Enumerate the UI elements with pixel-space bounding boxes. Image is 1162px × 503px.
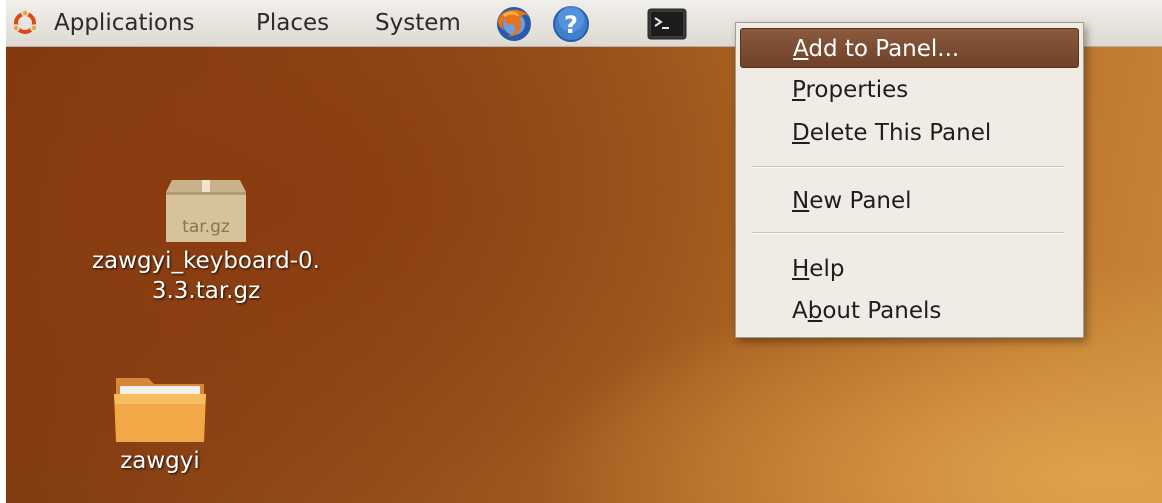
menu-item-properties[interactable]: Properties [740, 70, 1079, 110]
menu-item-label: dd to Panel... [808, 36, 960, 62]
mnemonic-p: P [792, 77, 806, 103]
mnemonic-b: b [807, 298, 823, 324]
menu-item-help[interactable]: Help [740, 249, 1079, 289]
mnemonic-d: D [792, 120, 810, 146]
menu-item-delete-this-panel[interactable]: Delete This Panel [740, 113, 1079, 153]
places-menu[interactable]: Places [256, 2, 329, 44]
menu-item-label: roperties [805, 77, 909, 103]
panel-context-menu: Add to Panel... Properties Delete This P… [735, 22, 1084, 338]
menu-item-label: elp [809, 256, 845, 282]
menu-item-add-to-panel[interactable]: Add to Panel... [740, 28, 1079, 68]
desktop-icon-folder[interactable]: zawgyi [60, 370, 260, 476]
terminal-icon[interactable] [647, 8, 687, 40]
folder-label: zawgyi [120, 448, 200, 474]
menu-item-label: out Panels [822, 298, 942, 324]
archive-label-line2: 3.3.tar.gz [151, 278, 261, 304]
ubuntu-logo-icon[interactable] [12, 10, 38, 36]
menu-item-about-panels[interactable]: About Panels [740, 291, 1079, 331]
system-menu[interactable]: System [375, 2, 461, 44]
applications-menu[interactable]: Applications [54, 2, 195, 44]
mnemonic-n: N [792, 188, 810, 214]
mnemonic-a: A [793, 36, 809, 62]
mnemonic-h: H [792, 256, 810, 282]
help-icon[interactable]: ? [551, 4, 591, 44]
svg-text:?: ? [564, 11, 578, 39]
archive-label-line1: zawgyi_keyboard-0. [91, 248, 320, 274]
menu-separator [752, 232, 1064, 234]
firefox-icon[interactable] [494, 4, 534, 44]
archive-badge: tar.gz [182, 217, 230, 237]
menu-item-label-prefix: A [792, 298, 808, 324]
menu-separator [752, 166, 1064, 168]
archive-package-icon: tar.gz [166, 180, 246, 242]
desktop-icon-archive[interactable]: tar.gz zawgyi_keyboard-0. 3.3.tar.gz [56, 170, 356, 306]
folder-icon [114, 378, 206, 442]
menu-item-label: elete This Panel [809, 120, 992, 146]
menu-item-new-panel[interactable]: New Panel [740, 181, 1079, 221]
menu-item-label: ew Panel [809, 188, 912, 214]
